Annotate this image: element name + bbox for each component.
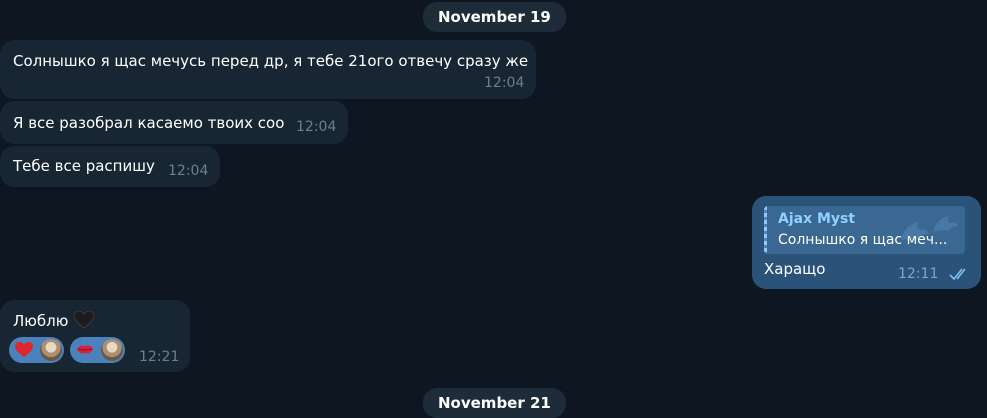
incoming-message[interactable]: Солнышко я щас мечусь перед др, я тебе 2… <box>0 40 536 99</box>
message-text: Люблю <box>13 311 95 330</box>
message-text: Я все разобрал касаемо твоих соо <box>13 114 285 132</box>
incoming-message[interactable]: Я все разобрал касаемо твоих соо 12:04 <box>0 101 348 144</box>
reactor-avatar <box>40 339 62 361</box>
message-time: 12:21 <box>139 349 180 365</box>
message-time: 12:11 <box>898 266 939 282</box>
reply-preview[interactable]: Ajax Myst Солнышко я щас меч... <box>764 206 965 254</box>
date-separator-nov19: November 19 <box>423 2 566 32</box>
message-text: Тебе все распишу <box>13 157 155 175</box>
outgoing-message[interactable]: Ajax Myst Солнышко я щас меч... Харащо 1… <box>752 196 981 289</box>
message-text: Харащо <box>764 260 826 278</box>
incoming-message[interactable]: Люблю 12:21 <box>0 300 190 372</box>
message-time: 12:04 <box>296 119 337 135</box>
double-check-icon <box>949 268 966 280</box>
reply-text: Солнышко я щас меч... <box>778 232 948 248</box>
message-time: 12:04 <box>168 163 209 179</box>
red-heart-icon <box>15 341 33 358</box>
message-text-value: Люблю <box>13 312 69 330</box>
date-separator-nov21: November 21 <box>423 388 566 418</box>
message-time: 12:04 <box>484 75 525 91</box>
reactor-avatar <box>101 339 123 361</box>
reaction-kiss-mark[interactable] <box>70 337 125 363</box>
reply-accent-bar <box>764 206 767 254</box>
message-text: Солнышко я щас мечусь перед др, я тебе 2… <box>13 52 529 70</box>
black-heart-icon <box>74 311 95 329</box>
incoming-message[interactable]: Тебе все распишу 12:04 <box>0 146 220 187</box>
reaction-red-heart[interactable] <box>9 337 64 363</box>
kiss-mark-icon <box>76 345 94 354</box>
reply-author: Ajax Myst <box>778 211 856 227</box>
